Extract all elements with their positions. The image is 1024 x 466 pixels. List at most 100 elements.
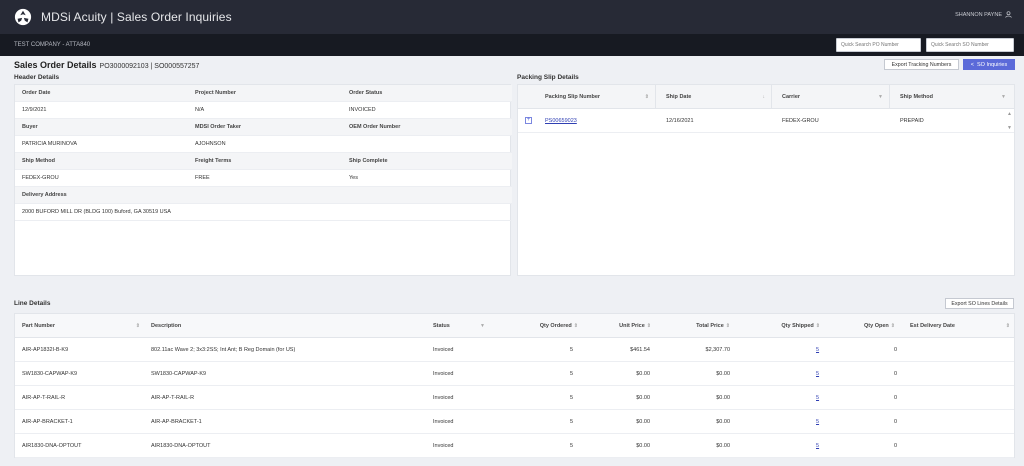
order-status-label: Order Status (342, 85, 512, 102)
freight-terms-value: FREE (188, 170, 342, 187)
order-date-label: Order Date (15, 85, 188, 102)
qty-shipped-link[interactable]: 5 (816, 347, 819, 353)
ship-method-label: Ship Method (15, 153, 188, 170)
sort-icon[interactable]: ⇕ (1006, 323, 1010, 329)
scroll-up-icon[interactable]: ▲ (1007, 111, 1012, 117)
part-number-cell: AIR-AP-BRACKET-1 (22, 419, 73, 425)
total-price-cell: $0.00 (716, 371, 730, 377)
delivery-address-label: Delivery Address (15, 187, 512, 204)
quick-search-so-input[interactable] (926, 38, 1014, 52)
company-name: TEST COMPANY - ATTA840 (14, 42, 91, 48)
col-ship-date[interactable]: Ship Date ↓ (656, 85, 772, 108)
user-name: SHANNON PAYNE (955, 11, 1002, 18)
sort-icon[interactable]: ⇕ (647, 323, 651, 329)
status-cell: Invoiced (433, 419, 454, 425)
col-ship-method[interactable]: Ship Method ▼ (890, 85, 1012, 108)
col-packing-slip-number[interactable]: Packing Slip Number ⇕ (518, 85, 656, 108)
vertical-scrollbar[interactable]: ▲ ▼ (1007, 111, 1012, 131)
unit-price-cell: $0.00 (636, 443, 650, 449)
col-qty-ordered[interactable]: Qty Ordered ⇕ (505, 314, 578, 338)
buyer-value: PATRICIA MURINOVA (15, 136, 188, 153)
qty-shipped-link[interactable]: 5 (816, 419, 819, 425)
ship-complete-value: Yes (342, 170, 512, 187)
col-est-delivery-date[interactable]: Est Delivery Date ⇕ (910, 314, 1010, 338)
qty-shipped-link[interactable]: 5 (816, 443, 819, 449)
line-row: AIR-AP-T-RAIL-R AIR-AP-T-RAIL-R Invoiced… (15, 386, 1014, 410)
sort-icon[interactable]: ⇕ (136, 323, 140, 329)
packing-slip-row: + PS00659023 12/16/2021 FEDEX-GROU PREPA… (518, 109, 1014, 133)
order-taker-label: MDSI Order Taker (188, 119, 342, 136)
description-cell: SW1830-CAPWAP-K9 (151, 371, 207, 377)
sort-icon[interactable]: ⇕ (645, 94, 649, 100)
col-qty-shipped[interactable]: Qty Shipped ⇕ (745, 314, 820, 338)
qty-ordered-cell: 5 (569, 419, 573, 425)
buyer-label: Buyer (15, 119, 188, 136)
carrier-cell: FEDEX-GROU (782, 117, 819, 124)
order-taker-value: AJOHNSON (188, 136, 342, 153)
qty-open-cell: 0 (893, 371, 897, 377)
freight-terms-label: Freight Terms (188, 153, 342, 170)
col-description[interactable]: Description (151, 314, 181, 338)
sort-icon[interactable]: ⇕ (726, 323, 730, 329)
ship-method-value: FEDEX-GROU (15, 170, 188, 187)
line-details-title: Line Details (14, 300, 51, 307)
ship-method-cell: PREPAID (900, 117, 924, 124)
mdsi-logo-icon[interactable] (14, 8, 32, 26)
qty-shipped-link[interactable]: 5 (816, 395, 819, 401)
qty-shipped-link[interactable]: 5 (816, 371, 819, 377)
total-price-cell: $2,307.70 (705, 347, 730, 353)
delivery-address-value: 2000 BUFORD MILL DR (BLDG 100) Buford, G… (15, 204, 512, 221)
expand-row-icon[interactable]: + (525, 117, 532, 124)
qty-ordered-cell: 5 (569, 371, 573, 377)
part-number-cell: AIR-AP-T-RAIL-R (22, 395, 66, 401)
line-details-panel: Part Number ⇕ Description Status ▼ Qty Ord… (14, 313, 1015, 458)
user-menu[interactable]: SHANNON PAYNE (955, 11, 1012, 18)
user-icon (1005, 11, 1012, 18)
ship-date-cell: 12/16/2021 (666, 117, 694, 124)
qty-open-cell: 0 (893, 419, 897, 425)
line-row: AIR-AP1832I-B-K9 802.11ac Wave 2; 3x3:2S… (15, 338, 1014, 362)
chevron-left-icon: < (970, 61, 974, 68)
line-row: AIR-AP-BRACKET-1 AIR-AP-BRACKET-1 Invoic… (15, 410, 1014, 434)
so-inquiries-button[interactable]: < SO Inquiries (963, 59, 1015, 70)
export-so-lines-button[interactable]: Export SO Lines Details (945, 298, 1014, 309)
so-inquiries-label: SO Inquiries (976, 61, 1008, 68)
col-qty-open[interactable]: Qty Open ⇕ (827, 314, 895, 338)
header-details-panel: Order Date Project Number Order Status 1… (14, 84, 512, 276)
packing-slip-header-row: Packing Slip Number ⇕ Ship Date ↓ Carrier ▼… (518, 85, 1014, 109)
col-total-price[interactable]: Total Price ⇕ (660, 314, 730, 338)
description-cell: 802.11ac Wave 2; 3x3:2SS; Int Ant; B Reg… (151, 347, 296, 353)
line-row: SW1830-CAPWAP-K9 SW1830-CAPWAP-K9 Invoic… (15, 362, 1014, 386)
total-price-cell: $0.00 (716, 443, 730, 449)
order-date-value: 12/9/2021 (15, 102, 188, 119)
col-status[interactable]: Status ▼ (433, 314, 485, 338)
sort-desc-icon[interactable]: ↓ (763, 94, 766, 100)
status-cell: Invoiced (433, 443, 454, 449)
oem-order-value (342, 136, 512, 153)
col-unit-price[interactable]: Unit Price ⇕ (585, 314, 651, 338)
col-part-number[interactable]: Part Number ⇕ (22, 314, 140, 338)
filter-icon[interactable]: ▼ (480, 323, 485, 329)
page-title: Sales Order Details PO3000092103 | SO0005… (14, 60, 200, 70)
filter-icon[interactable]: ▼ (878, 94, 883, 100)
packing-slip-link[interactable]: PS00659023 (532, 118, 577, 124)
sort-icon[interactable]: ⇕ (891, 323, 895, 329)
sort-icon[interactable]: ⇕ (816, 323, 820, 329)
project-number-value: N/A (188, 102, 342, 119)
description-cell: AIR1830-DNA-OPTOUT (151, 443, 211, 449)
qty-ordered-cell: 5 (569, 347, 573, 353)
export-tracking-numbers-button[interactable]: Export Tracking Numbers (884, 59, 959, 70)
qty-open-cell: 0 (893, 443, 897, 449)
total-price-cell: $0.00 (716, 395, 730, 401)
scroll-down-icon[interactable]: ▼ (1007, 125, 1012, 131)
order-status-value: INVOICED (342, 102, 512, 119)
quick-search-po-input[interactable] (836, 38, 921, 52)
col-carrier[interactable]: Carrier ▼ (772, 85, 890, 108)
unit-price-cell: $0.00 (636, 395, 650, 401)
filter-icon[interactable]: ▼ (1001, 94, 1006, 100)
qty-ordered-cell: 5 (569, 395, 573, 401)
description-cell: AIR-AP-T-RAIL-R (151, 395, 195, 401)
packing-slip-panel: Packing Slip Number ⇕ Ship Date ↓ Carrier ▼… (517, 84, 1015, 276)
status-cell: Invoiced (433, 371, 454, 377)
sort-icon[interactable]: ⇕ (574, 323, 578, 329)
